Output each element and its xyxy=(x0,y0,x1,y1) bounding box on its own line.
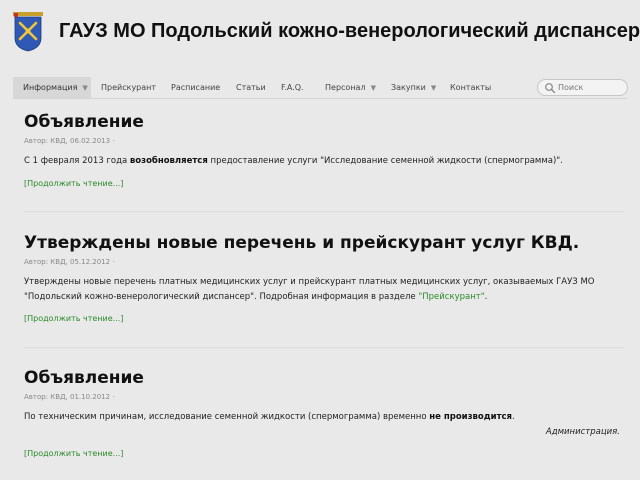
post-text: С 1 февраля 2013 года xyxy=(24,156,130,166)
nav-item-info[interactable]: Информация ▼ xyxy=(13,77,91,98)
read-more-link[interactable]: [Продолжить чтение...] xyxy=(24,179,123,188)
post-text: . xyxy=(512,412,515,422)
read-more-link[interactable]: [Продолжить чтение...] xyxy=(24,314,123,323)
nav-item-pricelist[interactable]: Прейскурант xyxy=(101,77,156,98)
nav-item-procurement[interactable]: Закупки ▼ xyxy=(391,77,436,98)
post-text: По техническим причинам, исследование се… xyxy=(24,412,430,422)
coat-of-arms-logo[interactable] xyxy=(13,12,43,52)
post-title[interactable]: Объявление xyxy=(24,368,624,388)
search-box[interactable] xyxy=(537,79,628,96)
post-divider xyxy=(24,211,624,212)
nav-item-schedule[interactable]: Расписание xyxy=(171,77,220,98)
signature: Администрация. xyxy=(545,427,620,437)
nav-item-label: Статьи xyxy=(236,83,266,92)
search-input[interactable] xyxy=(558,81,624,94)
post-title[interactable]: Объявление xyxy=(24,112,624,132)
site-header: ГАУЗ МО Подольский кожно-венерологически… xyxy=(0,0,640,72)
nav-item-staff[interactable]: Персонал ▼ xyxy=(325,77,376,98)
post-text: предоставление услуги "Исследование семе… xyxy=(207,156,563,166)
chevron-down-icon: ▼ xyxy=(370,84,376,92)
post-title[interactable]: Утверждены новые перечень и прейскурант … xyxy=(24,233,624,253)
nav-item-label: Контакты xyxy=(450,83,492,92)
post: Утверждены новые перечень и прейскурант … xyxy=(24,233,624,325)
main-nav: Информация ▼ Прейскурант Расписание Стать… xyxy=(13,77,627,99)
nav-item-label: Расписание xyxy=(171,83,221,92)
nav-item-articles[interactable]: Статьи xyxy=(236,77,266,98)
post-text-bold: возобновляется xyxy=(129,156,208,166)
nav-item-label: Прейскурант xyxy=(101,83,157,92)
post-text: . xyxy=(484,292,488,302)
chevron-down-icon: ▼ xyxy=(82,84,88,92)
site-title[interactable]: ГАУЗ МО Подольский кожно-венерологически… xyxy=(59,20,640,43)
post-meta: Автор: КВД, 06.02.2013 · xyxy=(24,137,115,145)
nav-item-label: Закупки xyxy=(391,83,426,92)
post-text: "Подольский кожно-венерологический диспа… xyxy=(24,292,419,302)
nav-item-label: Персонал xyxy=(325,83,366,92)
post-meta: Автор: КВД, 05.12.2012 · xyxy=(24,258,115,266)
nav-item-label: Информация xyxy=(23,83,78,92)
post-body: Утверждены новые перечень платных медици… xyxy=(24,275,624,305)
pricelist-link[interactable]: "Прейскурант" xyxy=(418,292,484,302)
post-body: С 1 февраля 2013 года возобновляется пре… xyxy=(24,154,624,169)
post-meta: Автор: КВД, 01.10.2012 · xyxy=(24,393,115,401)
post-divider xyxy=(24,347,624,348)
post: Объявление Автор: КВД, 01.10.2012 · По т… xyxy=(24,368,624,460)
search-icon[interactable] xyxy=(544,82,556,94)
nav-item-contacts[interactable]: Контакты xyxy=(450,77,491,98)
nav-item-label: F.A.Q. xyxy=(281,83,304,92)
post-text: Утверждены новые перечень платных медици… xyxy=(24,277,595,287)
read-more-link[interactable]: [Продолжить чтение...] xyxy=(24,449,123,458)
post-body: По техническим причинам, исследование се… xyxy=(24,410,624,425)
post: Объявление Автор: КВД, 06.02.2013 · С 1 … xyxy=(24,112,624,190)
post-text-bold: не производится xyxy=(429,412,513,422)
chevron-down-icon: ▼ xyxy=(430,84,437,92)
nav-item-faq[interactable]: F.A.Q. xyxy=(281,77,304,98)
